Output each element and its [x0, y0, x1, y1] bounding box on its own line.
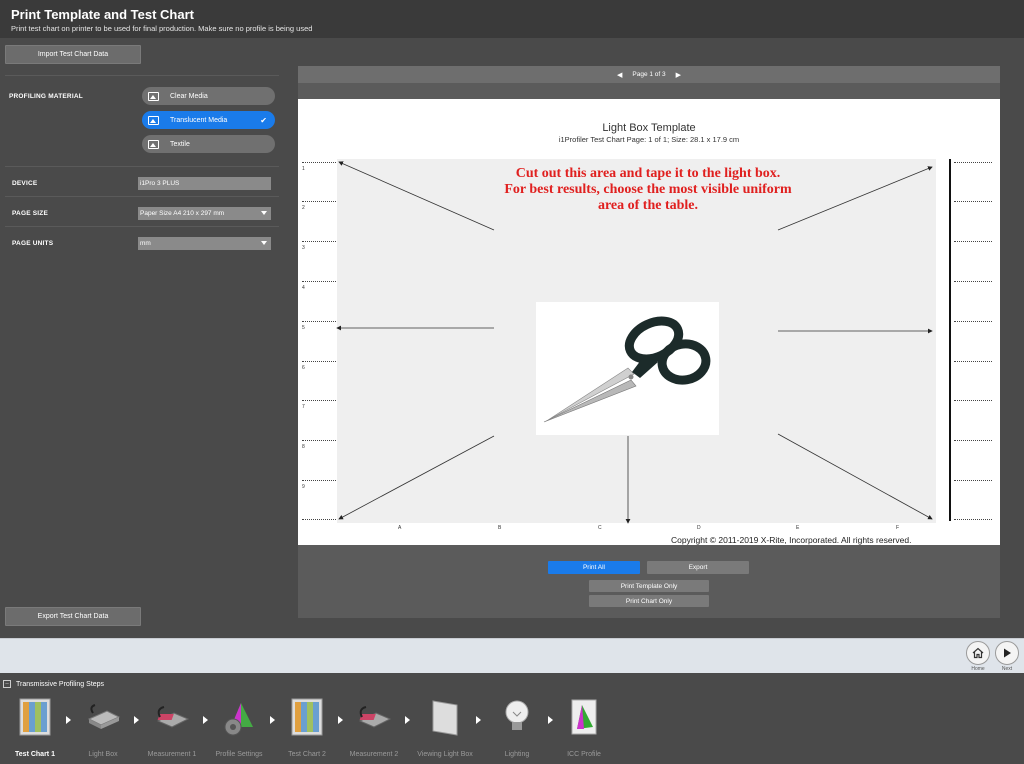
step-label: Measurement 1 — [147, 751, 197, 758]
step-icc-profile[interactable]: ICC Profile — [549, 697, 619, 761]
chevron-down-icon — [261, 211, 267, 215]
page-indicator: Page 1 of 3 — [632, 71, 666, 78]
copyright-text: Copyright © 2011-2019 X-Rite, Incorporat… — [671, 535, 912, 545]
step-label: Profile Settings — [215, 751, 263, 758]
test-chart-icon — [17, 697, 53, 737]
viewing-light-box-icon — [427, 697, 463, 737]
navigation-strip: Home Next — [0, 638, 1024, 673]
media-label: Textile — [170, 140, 190, 148]
step-label: ICC Profile — [567, 751, 601, 758]
step-label: Light Box — [88, 751, 118, 758]
step-profile-settings[interactable]: Profile Settings — [204, 697, 274, 761]
previous-page-icon[interactable]: ◀ — [617, 71, 622, 79]
step-measurement-1[interactable]: Measurement 1 — [137, 697, 207, 761]
import-test-chart-button[interactable]: Import Test Chart Data — [5, 45, 141, 64]
preview-panel: ◀ Page 1 of 3 ▶ Light Box Template i1Pro… — [298, 66, 1000, 618]
arrow-bottom-right — [777, 433, 933, 520]
column-letter: F — [896, 525, 900, 531]
app-header: Print Template and Test Chart Print test… — [0, 0, 1024, 38]
profiling-material-label: PROFILING MATERIAL — [9, 93, 83, 100]
divider — [5, 75, 279, 76]
device-field[interactable]: i1Pro 3 PLUS — [138, 177, 271, 190]
scissors-image — [536, 302, 719, 435]
page-size-label: PAGE SIZE — [12, 210, 48, 217]
step-measurement-2[interactable]: Measurement 2 — [339, 697, 409, 761]
print-template-only-button[interactable]: Print Template Only — [589, 580, 709, 592]
home-button[interactable] — [966, 641, 990, 665]
test-chart-icon — [289, 697, 325, 737]
home-label: Home — [971, 666, 985, 672]
cut-instruction-line: Cut out this area and tape it to the lig… — [515, 166, 781, 181]
workflow-steps: – Transmissive Profiling Steps Test Char… — [0, 673, 1024, 764]
main-area: Import Test Chart Data PROFILING MATERIA… — [0, 38, 1024, 638]
divider — [5, 226, 279, 227]
page-units-label: PAGE UNITS — [12, 240, 54, 247]
column-letter: E — [796, 525, 800, 531]
page-units-value: mm — [140, 240, 151, 247]
page-subtitle: Print test chart on printer to be used f… — [11, 24, 313, 33]
measurement-icon — [154, 697, 190, 737]
column-letter: D — [697, 525, 701, 531]
step-label: Lighting — [504, 751, 530, 758]
step-viewing-light-box[interactable]: Viewing Light Box — [410, 697, 480, 761]
export-button[interactable]: Export — [647, 561, 749, 574]
media-label: Translucent Media — [170, 116, 228, 124]
page-title: Print Template and Test Chart — [11, 7, 194, 22]
home-icon — [972, 647, 984, 659]
column-letter: B — [498, 525, 502, 531]
print-chart-only-button[interactable]: Print Chart Only — [589, 595, 709, 607]
chevron-down-icon — [261, 241, 267, 245]
column-letter: A — [398, 525, 402, 531]
pager: ◀ Page 1 of 3 ▶ — [298, 66, 1000, 83]
clear-media-button[interactable]: Clear Media — [142, 87, 275, 105]
export-test-chart-button[interactable]: Export Test Chart Data — [5, 607, 141, 626]
next-page-icon[interactable]: ▶ — [676, 71, 681, 79]
checkmark-icon: ✔ — [260, 115, 267, 125]
cut-instruction-line: For best results, choose the most visibl… — [504, 182, 792, 197]
image-icon — [148, 139, 159, 149]
next-label: Next — [1001, 666, 1013, 672]
print-all-button[interactable]: Print All — [548, 561, 640, 574]
step-label: Test Chart 2 — [288, 751, 326, 758]
profile-settings-icon — [221, 697, 257, 737]
step-label: Test Chart 1 — [15, 751, 55, 758]
page-size-value: Paper Size A4 210 x 297 mm — [140, 210, 225, 217]
scissors-icon — [543, 316, 711, 423]
step-light-box[interactable]: Light Box — [68, 697, 138, 761]
arrow-bottom-left — [338, 435, 495, 520]
divider — [5, 166, 279, 167]
image-icon — [148, 115, 159, 125]
step-test-chart-2[interactable]: Test Chart 2 — [272, 697, 342, 761]
textile-button[interactable]: Textile — [142, 135, 275, 153]
divider — [5, 196, 279, 197]
next-button[interactable] — [995, 641, 1019, 665]
steps-header: – Transmissive Profiling Steps — [3, 680, 104, 688]
step-test-chart-1[interactable]: Test Chart 1 — [0, 697, 70, 761]
play-icon — [1004, 648, 1011, 658]
image-icon — [148, 91, 159, 101]
device-label: DEVICE — [12, 180, 38, 187]
step-label: Viewing Light Box — [417, 751, 473, 758]
light-box-icon — [85, 697, 121, 737]
step-label: Measurement 2 — [349, 751, 399, 758]
collapse-icon[interactable]: – — [3, 680, 11, 688]
measurement-icon — [356, 697, 392, 737]
step-arrow-icon — [476, 716, 481, 724]
column-letter: C — [598, 525, 602, 531]
icc-profile-icon — [566, 697, 602, 737]
cut-instructions: Cut out this area and tape it to the lig… — [398, 166, 898, 214]
step-lighting[interactable]: Lighting — [482, 697, 552, 761]
page-size-select[interactable]: Paper Size A4 210 x 297 mm — [138, 207, 271, 220]
template-page: Light Box Template i1Profiler Test Chart… — [298, 99, 1000, 545]
steps-title: Transmissive Profiling Steps — [16, 680, 105, 688]
cut-instruction-line: area of the table. — [597, 198, 699, 213]
media-label: Clear Media — [170, 92, 208, 100]
lightbulb-icon — [499, 697, 535, 737]
page-units-select[interactable]: mm — [138, 237, 271, 250]
translucent-media-button[interactable]: Translucent Media ✔ — [142, 111, 275, 129]
